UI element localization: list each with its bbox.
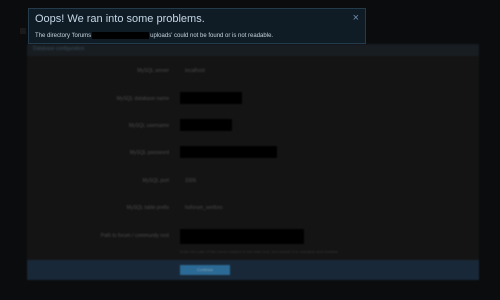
- form-label: Path to forum / community root: [100, 233, 169, 239]
- form-label: MySQL server: [137, 68, 169, 74]
- prefix-input[interactable]: hsforum_xenforo: [185, 205, 223, 211]
- form-footer: Continue: [27, 260, 479, 280]
- form-row-server: MySQL server localhost: [27, 62, 479, 82]
- form-label: MySQL port: [142, 178, 170, 184]
- database-input-redacted[interactable]: [180, 92, 242, 104]
- form-label: MySQL database name: [116, 96, 169, 102]
- form-row-password: MySQL password: [27, 144, 479, 164]
- form-row-prefix: MySQL table prefix hsforum_xenforo: [27, 199, 479, 219]
- form-row-database: MySQL database name: [27, 90, 479, 110]
- config-form: Database configuration MySQL server loca…: [27, 44, 479, 280]
- submit-button[interactable]: Continue: [180, 265, 230, 275]
- error-title: Oops! We ran into some problems.: [35, 13, 205, 25]
- port-input[interactable]: 3306: [185, 178, 196, 184]
- form-header-title: Database configuration: [33, 46, 85, 52]
- error-message-suffix: uploads' could not be found or is not re…: [150, 33, 274, 40]
- form-row-username: MySQL username: [27, 117, 479, 137]
- username-input-redacted[interactable]: [180, 119, 232, 131]
- form-label: MySQL password: [129, 150, 169, 156]
- server-input[interactable]: localhost: [185, 68, 205, 74]
- error-dialog: Oops! We ran into some problems. × The d…: [28, 8, 366, 44]
- form-row-port: MySQL port 3306: [27, 172, 479, 192]
- error-message: The directory 'forums uploads' could not …: [35, 32, 273, 39]
- error-message-prefix: The directory 'forums: [35, 33, 92, 40]
- form-label: MySQL table prefix: [126, 205, 169, 211]
- form-header: Database configuration: [27, 44, 479, 56]
- form-row-path: Path to forum / community root Enter the…: [27, 227, 479, 257]
- path-input-redacted[interactable]: [180, 229, 304, 244]
- path-hint: Enter the path of the forum relative to …: [180, 249, 339, 254]
- page-corner-mark: [20, 28, 26, 34]
- close-icon[interactable]: ×: [353, 12, 359, 24]
- redacted-path-block: [92, 32, 150, 39]
- form-label: MySQL username: [128, 123, 169, 129]
- password-input-redacted[interactable]: [180, 146, 277, 158]
